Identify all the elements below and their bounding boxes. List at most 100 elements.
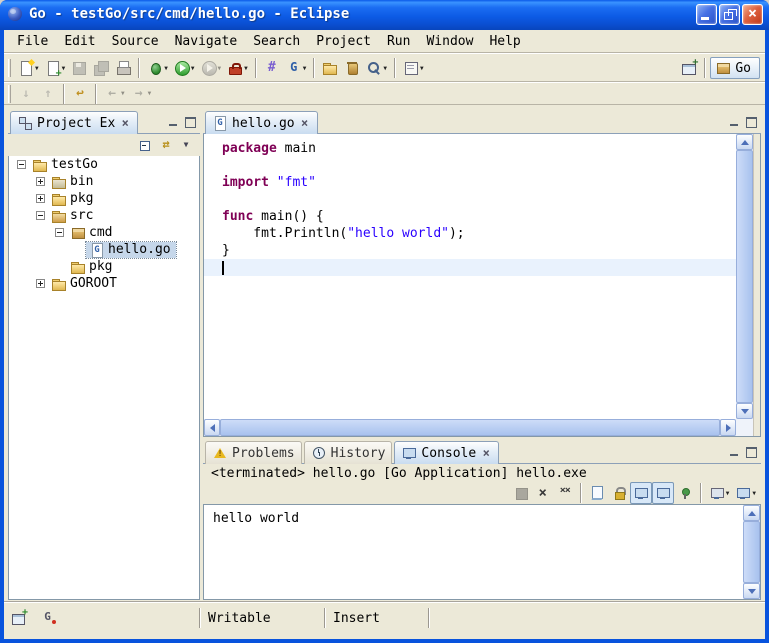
terminate-button[interactable]: [510, 482, 532, 504]
scroll-down-button[interactable]: [736, 403, 753, 419]
code-line[interactable]: [222, 191, 736, 208]
code-line[interactable]: }: [222, 242, 736, 259]
minimize-view-button[interactable]: [727, 445, 741, 459]
code-line[interactable]: [204, 259, 736, 276]
collapse-all-button[interactable]: [136, 136, 156, 154]
menu-file[interactable]: File: [9, 32, 56, 51]
go-perspective-button[interactable]: Go: [710, 57, 760, 79]
menu-source[interactable]: Source: [104, 32, 167, 51]
link-with-editor-button[interactable]: [156, 136, 176, 154]
next-annotation-button[interactable]: [15, 83, 37, 105]
tree-item-body[interactable]: testGo: [29, 157, 103, 173]
console-output[interactable]: hello world: [203, 504, 761, 600]
save-button[interactable]: [68, 57, 90, 79]
show-stderr-button[interactable]: [652, 482, 674, 504]
close-tab-icon[interactable]: [299, 116, 311, 130]
tree-expander-icon[interactable]: [36, 177, 45, 186]
editor-vertical-scrollbar[interactable]: [736, 134, 753, 419]
run-last-button[interactable]: [198, 57, 225, 79]
tree-expander-icon[interactable]: [36, 194, 45, 203]
toolbar-grip[interactable]: [8, 59, 11, 77]
console-vertical-scrollbar[interactable]: [743, 505, 760, 599]
tree-item-pkg[interactable]: pkg: [9, 190, 199, 207]
close-tab-icon[interactable]: [480, 446, 492, 460]
restore-button[interactable]: [719, 4, 740, 25]
forward-button[interactable]: [128, 83, 155, 105]
open-console-button[interactable]: [732, 482, 759, 504]
code-line[interactable]: import "fmt": [222, 174, 736, 191]
tree-item-hello-go[interactable]: hello.go: [9, 241, 199, 258]
code-line[interactable]: package main: [222, 140, 736, 157]
tab-project-explorer[interactable]: Project Ex: [10, 111, 138, 134]
code-line[interactable]: fmt.Println("hello world");: [222, 225, 736, 242]
menu-edit[interactable]: Edit: [56, 32, 103, 51]
tree-item-bin[interactable]: bin: [9, 173, 199, 190]
external-tools-button[interactable]: [224, 57, 251, 79]
minimize-button[interactable]: [696, 4, 717, 25]
display-console-button[interactable]: [706, 482, 733, 504]
tree-expander-icon[interactable]: [36, 279, 45, 288]
menu-search[interactable]: Search: [245, 32, 308, 51]
tree-item-pkg[interactable]: pkg: [9, 258, 199, 275]
tab-hello-go[interactable]: hello.go: [205, 111, 318, 134]
workspace-status-icon[interactable]: [41, 610, 57, 626]
scroll-up-button[interactable]: [743, 505, 760, 521]
tree-item-body[interactable]: bin: [48, 174, 98, 190]
remove-all-terminated-button[interactable]: [554, 482, 576, 504]
menu-navigate[interactable]: Navigate: [167, 32, 246, 51]
tree-item-src[interactable]: src: [9, 207, 199, 224]
remove-launch-button[interactable]: [532, 482, 554, 504]
scrollbar-thumb[interactable]: [220, 419, 720, 436]
tree-item-testgo[interactable]: testGo: [9, 156, 199, 173]
tree-item-body[interactable]: GOROOT: [48, 276, 122, 292]
new-wizard-button[interactable]: [15, 57, 42, 79]
view-menu-button[interactable]: [176, 136, 196, 154]
tree-item-body[interactable]: hello.go: [86, 242, 176, 258]
scroll-left-button[interactable]: [204, 419, 220, 436]
print-button[interactable]: [112, 57, 134, 79]
scrollbar-thumb[interactable]: [743, 521, 760, 583]
clear-console-button[interactable]: [586, 482, 608, 504]
tab-console[interactable]: Console: [394, 441, 499, 464]
window-titlebar[interactable]: Go - testGo/src/cmd/hello.go - Eclipse: [0, 0, 769, 30]
close-tab-icon[interactable]: [119, 116, 131, 130]
tab-history[interactable]: History: [304, 441, 393, 464]
minimize-view-button[interactable]: [727, 115, 741, 129]
scroll-up-button[interactable]: [736, 134, 753, 150]
menu-window[interactable]: Window: [418, 32, 481, 51]
previous-annotation-button[interactable]: [37, 83, 59, 105]
menu-project[interactable]: Project: [308, 32, 379, 51]
back-button[interactable]: [101, 83, 128, 105]
pin-console-button[interactable]: [674, 482, 696, 504]
scroll-lock-button[interactable]: [608, 482, 630, 504]
menu-help[interactable]: Help: [481, 32, 528, 51]
save-all-button[interactable]: [90, 57, 112, 79]
tree-item-cmd[interactable]: cmd: [9, 224, 199, 241]
maximize-view-button[interactable]: [744, 445, 758, 459]
tree-expander-icon[interactable]: [17, 160, 26, 169]
debug-button[interactable]: [144, 57, 171, 79]
new-file-button[interactable]: [42, 57, 69, 79]
new-go-element-button[interactable]: [283, 57, 310, 79]
tree-item-body[interactable]: cmd: [67, 225, 117, 241]
last-edit-location-button[interactable]: [69, 83, 91, 105]
show-stdout-button[interactable]: [630, 482, 652, 504]
tree-expander-icon[interactable]: [55, 228, 64, 237]
maximize-view-button[interactable]: [744, 115, 758, 129]
task-list-button[interactable]: [400, 57, 427, 79]
fast-view-icon[interactable]: [11, 610, 27, 626]
new-go-project-button[interactable]: [261, 57, 283, 79]
scrollbar-thumb[interactable]: [736, 150, 753, 403]
tree-item-body[interactable]: pkg: [67, 259, 117, 275]
scroll-down-button[interactable]: [743, 583, 760, 599]
toolbar-grip[interactable]: [8, 85, 11, 103]
tree-item-goroot[interactable]: GOROOT: [9, 275, 199, 292]
search-button[interactable]: [363, 57, 390, 79]
minimize-view-button[interactable]: [166, 115, 180, 129]
run-button[interactable]: [171, 57, 198, 79]
code-editor[interactable]: package main import "fmt" func main() { …: [204, 134, 736, 419]
open-perspective-button[interactable]: [678, 57, 700, 79]
editor-horizontal-scrollbar[interactable]: [204, 419, 736, 436]
tree-item-body[interactable]: src: [48, 208, 98, 224]
open-resource-button[interactable]: [319, 57, 341, 79]
